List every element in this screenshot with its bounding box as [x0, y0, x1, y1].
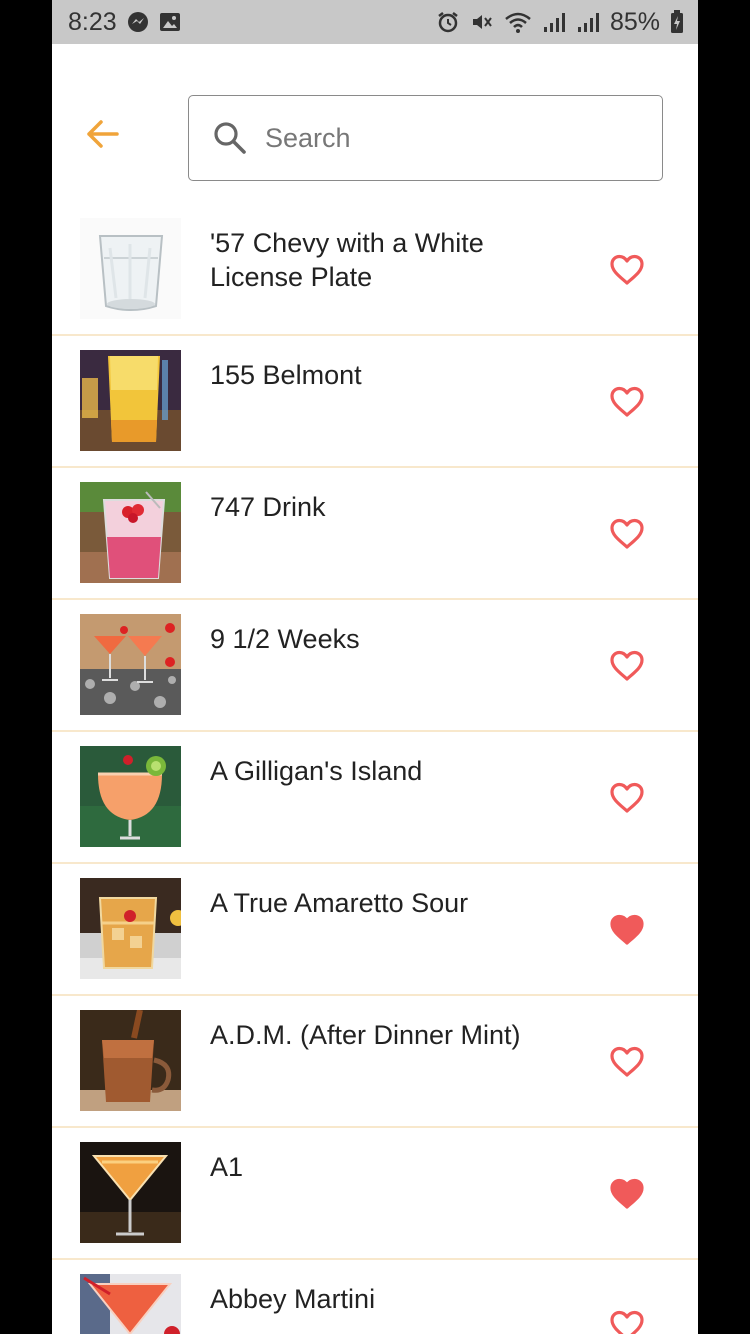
drink-name: 747 Drink [210, 492, 326, 522]
wifi-icon [504, 10, 532, 34]
drink-thumbnail [80, 1274, 181, 1334]
drink-list: '57 Chevy with a White License Plate 155 … [52, 204, 698, 1334]
heart-outline-icon[interactable] [608, 516, 646, 552]
signal-icon [576, 11, 600, 33]
battery-icon [670, 10, 684, 34]
mute-icon [470, 10, 494, 34]
drink-thumbnail [80, 878, 181, 979]
search-box[interactable] [188, 95, 663, 181]
list-item[interactable]: 9 1/2 Weeks [52, 600, 698, 732]
drink-name: Abbey Martini [210, 1284, 376, 1314]
drink-thumbnail [80, 1142, 181, 1243]
back-button[interactable] [82, 114, 122, 154]
status-time: 8:23 [68, 7, 117, 36]
battery-percent: 85% [609, 7, 660, 36]
list-item[interactable]: '57 Chevy with a White License Plate [52, 204, 698, 336]
search-input[interactable] [265, 122, 625, 154]
app-screen: 8:23 85% Search '57 Chevy with a White L… [52, 0, 698, 1334]
drink-thumbnail [80, 218, 181, 319]
heart-outline-icon[interactable] [608, 1308, 646, 1334]
image-icon [159, 12, 181, 32]
drink-name: 9 1/2 Weeks [210, 624, 360, 654]
list-item[interactable]: 155 Belmont [52, 336, 698, 468]
heart-outline-icon[interactable] [608, 648, 646, 684]
drink-name: 155 Belmont [210, 360, 362, 390]
heart-outline-icon[interactable] [608, 384, 646, 420]
heart-filled-icon[interactable] [608, 1176, 646, 1212]
signal-icon [542, 11, 566, 33]
alarm-icon [436, 10, 460, 34]
heart-filled-icon[interactable] [608, 912, 646, 948]
drink-thumbnail [80, 746, 181, 847]
status-bar: 8:23 85% [52, 0, 698, 44]
drink-thumbnail [80, 482, 181, 583]
drink-thumbnail [80, 350, 181, 451]
drink-name: '57 Chevy with a White License Plate [210, 228, 484, 292]
heart-outline-icon[interactable] [608, 780, 646, 816]
search-icon [213, 120, 249, 156]
messenger-icon [127, 11, 149, 33]
drink-name: A Gilligan's Island [210, 756, 423, 786]
list-item[interactable]: A True Amaretto Sour [52, 864, 698, 996]
drink-name: A1 [210, 1152, 244, 1182]
drink-name: A.D.M. (After Dinner Mint) [210, 1020, 521, 1050]
list-item[interactable]: A1 [52, 1128, 698, 1260]
list-item[interactable]: A Gilligan's Island [52, 732, 698, 864]
header [52, 44, 698, 194]
drink-thumbnail [80, 614, 181, 715]
arrow-left-icon [85, 119, 119, 149]
list-item[interactable]: 747 Drink [52, 468, 698, 600]
drink-name: A True Amaretto Sour [210, 888, 469, 918]
list-item[interactable]: Abbey Martini [52, 1260, 698, 1334]
heart-outline-icon[interactable] [608, 252, 646, 288]
drink-thumbnail [80, 1010, 181, 1111]
list-item[interactable]: A.D.M. (After Dinner Mint) [52, 996, 698, 1128]
heart-outline-icon[interactable] [608, 1044, 646, 1080]
